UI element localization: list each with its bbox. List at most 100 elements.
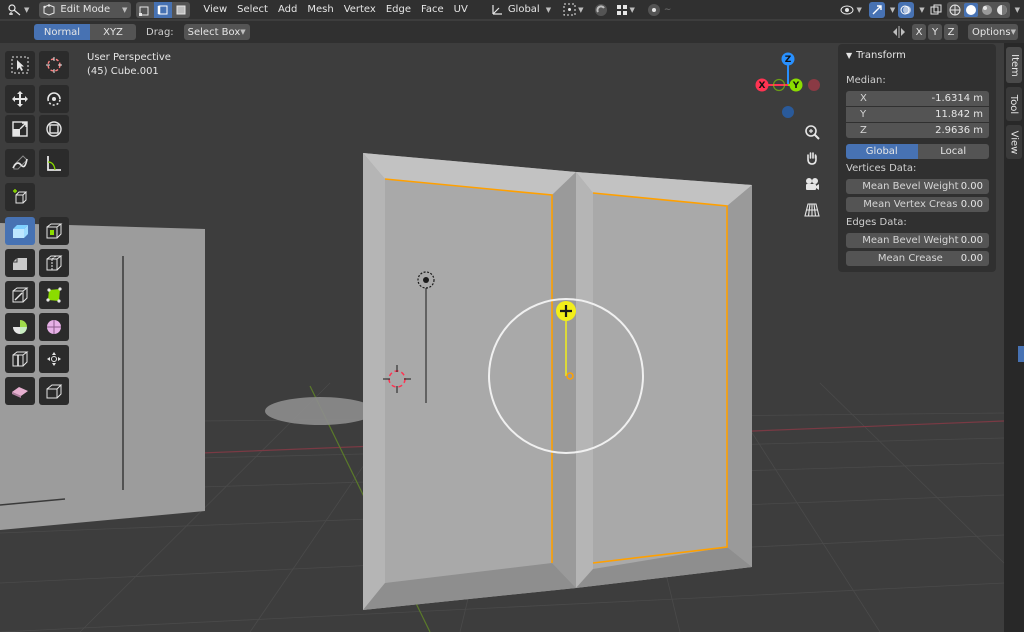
select-cursor-icon: [11, 56, 29, 74]
median-x-field[interactable]: X -1.6314 m: [846, 91, 989, 106]
scale-tool[interactable]: [5, 115, 35, 143]
measure-tool[interactable]: [39, 149, 69, 177]
editor-type-button[interactable]: ▼: [4, 2, 33, 18]
xray-toggle[interactable]: [928, 2, 944, 18]
cursor-tool[interactable]: [39, 51, 69, 79]
zoom-button[interactable]: [801, 121, 823, 143]
poly-build-tool[interactable]: [39, 281, 69, 309]
pencil-icon: [11, 154, 29, 172]
shrink-fatten-tool[interactable]: [39, 345, 69, 373]
gizmo-z-label: Z: [785, 55, 792, 65]
mirror-z-toggle[interactable]: Z: [944, 24, 958, 40]
snap-magnet-icon: [594, 3, 608, 17]
tab-view[interactable]: View: [1006, 125, 1022, 159]
mode-dropdown[interactable]: Edit Mode ▼: [39, 1, 132, 18]
mirror-y-toggle[interactable]: Y: [928, 24, 942, 40]
menu-face[interactable]: Face: [416, 4, 449, 15]
orientation-label: Global: [507, 4, 540, 15]
move-tool[interactable]: [5, 85, 35, 113]
xyz-orientation-button[interactable]: XYZ: [90, 24, 136, 40]
local-space-button[interactable]: Local: [917, 144, 989, 159]
active-object-label: (45) Cube.001: [87, 66, 159, 77]
header-right-group: ▼ ▼ ▼ ▼: [836, 1, 1024, 18]
edge-slide-tool[interactable]: [5, 345, 35, 373]
wireframe-shading-icon[interactable]: [949, 4, 961, 16]
pan-button[interactable]: [801, 147, 823, 169]
global-space-button[interactable]: Global: [846, 144, 918, 159]
sidebar-scroll-indicator[interactable]: [1018, 346, 1024, 362]
drag-label: Drag:: [146, 26, 174, 38]
menu-view[interactable]: View: [198, 4, 232, 15]
tab-tool[interactable]: Tool: [1006, 87, 1022, 121]
shrink-fatten-icon: [45, 350, 63, 368]
inset-icon: [45, 222, 63, 240]
edge-bevel-weight-field[interactable]: Mean Bevel Weight 0.00: [846, 233, 989, 248]
viewport-header: ▼ Edit Mode ▼ View Select Add Mesh Verte…: [0, 0, 1024, 19]
xray-icon: [930, 4, 942, 16]
annotate-tool[interactable]: [5, 149, 35, 177]
vertex-crease-field[interactable]: Mean Vertex Creas 0.00: [846, 197, 989, 212]
mirror-icon: [892, 26, 906, 38]
bevel-tool[interactable]: [5, 249, 35, 277]
viewport-info: User Perspective (45) Cube.001: [87, 51, 171, 79]
snap-target-dropdown[interactable]: ▼: [612, 2, 639, 18]
tab-item[interactable]: Item: [1006, 47, 1022, 83]
navigation-gizmo[interactable]: Z X Y: [748, 49, 828, 129]
solid-shading-icon[interactable]: [963, 2, 978, 17]
gizmo-toggle[interactable]: [868, 1, 885, 18]
menu-mesh[interactable]: Mesh: [302, 4, 338, 15]
loop-cut-tool[interactable]: [39, 249, 69, 277]
face-select-button[interactable]: [172, 1, 191, 18]
smooth-icon: [45, 318, 63, 336]
edge-select-button[interactable]: [154, 1, 173, 18]
menu-vertex[interactable]: Vertex: [339, 4, 381, 15]
mirror-x-toggle[interactable]: X: [912, 24, 926, 40]
material-shading-icon[interactable]: [981, 4, 993, 16]
vertex-select-button[interactable]: [136, 1, 155, 18]
extrude-icon: [10, 222, 30, 240]
collapse-chevron-icon: ▼: [846, 51, 853, 60]
rendered-shading-icon[interactable]: [996, 4, 1008, 16]
drag-dropdown[interactable]: Select Box ▼: [183, 24, 250, 40]
shear-tool[interactable]: [5, 377, 35, 405]
transform-panel-header[interactable]: ▼ Transform: [846, 50, 906, 61]
snap-toggle[interactable]: [590, 2, 612, 18]
perspective-toggle-button[interactable]: [801, 199, 823, 221]
proportional-edit-toggle[interactable]: ∼: [643, 2, 676, 18]
vertices-data-label: Vertices Data:: [846, 163, 917, 174]
bevel-icon: [11, 254, 29, 272]
scale-icon: [11, 120, 29, 138]
menu-add[interactable]: Add: [273, 4, 302, 15]
vertex-bevel-weight-field[interactable]: Mean Bevel Weight 0.00: [846, 179, 989, 194]
knife-tool[interactable]: [5, 281, 35, 309]
menu-edge[interactable]: Edge: [381, 4, 416, 15]
inset-faces-tool[interactable]: [39, 217, 69, 245]
pivot-point-dropdown[interactable]: ▼: [559, 2, 587, 18]
menu-uv[interactable]: UV: [449, 4, 473, 15]
smooth-tool[interactable]: [39, 313, 69, 341]
median-y-field[interactable]: Y 11.842 m: [846, 107, 989, 122]
options-label: Options: [972, 26, 1011, 38]
add-cube-tool[interactable]: [5, 183, 35, 211]
gizmo-icon: [871, 4, 883, 16]
extrude-region-tool[interactable]: [5, 217, 35, 245]
visibility-dropdown[interactable]: ▼: [836, 2, 865, 18]
rip-region-tool[interactable]: [39, 377, 69, 405]
camera-view-button[interactable]: [801, 173, 823, 195]
rotate-tool[interactable]: [39, 85, 69, 113]
transform-tool[interactable]: [39, 115, 69, 143]
select-box-tool[interactable]: [5, 51, 35, 79]
median-z-field[interactable]: Z 2.9636 m: [846, 123, 989, 138]
normal-orientation-button[interactable]: Normal: [34, 24, 90, 40]
sidebar-tabs: Item Tool View: [1004, 43, 1024, 632]
edge-crease-field[interactable]: Mean Crease 0.00: [846, 251, 989, 266]
spin-tool[interactable]: [5, 313, 35, 341]
transform-orientation-dropdown[interactable]: Global ▼: [487, 2, 555, 18]
snap-grid-icon: [616, 4, 628, 16]
overlays-toggle[interactable]: [898, 1, 915, 18]
options-dropdown[interactable]: Options ▼: [968, 24, 1018, 40]
menu-select[interactable]: Select: [232, 4, 273, 15]
loop-cut-icon: [45, 254, 63, 272]
edge-slide-icon: [11, 350, 29, 368]
drag-value: Select Box: [187, 26, 241, 38]
